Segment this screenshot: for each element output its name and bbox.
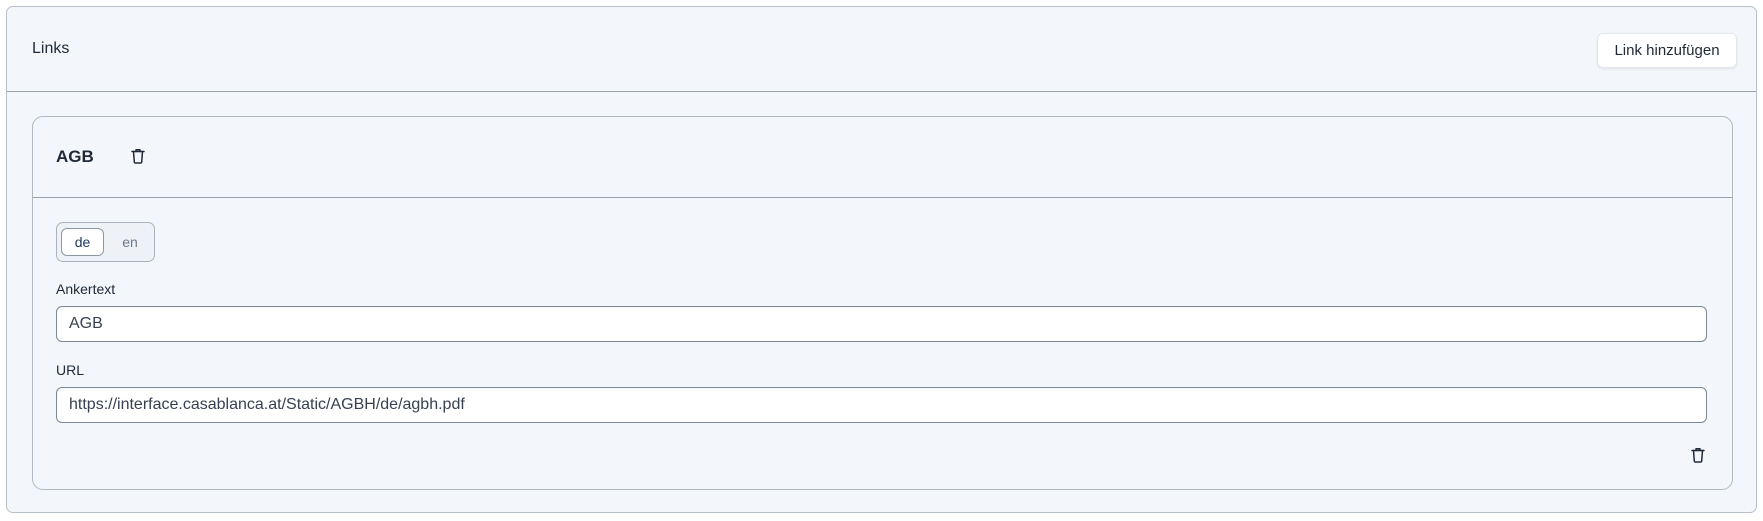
url-label: URL xyxy=(56,362,85,378)
lang-tab-de[interactable]: de xyxy=(61,228,104,256)
link-card: AGB de en Ankertext URL xyxy=(32,116,1733,490)
link-card-title: AGB xyxy=(56,147,94,166)
anchor-text-input[interactable] xyxy=(56,306,1707,342)
panel-title: Links xyxy=(32,40,70,57)
link-card-header: AGB xyxy=(33,117,1732,198)
trash-icon[interactable] xyxy=(128,146,148,166)
language-toggle: de en xyxy=(56,222,155,262)
anchor-text-label: Ankertext xyxy=(56,281,116,297)
links-panel: Links Link hinzufügen AGB de en Ankertex… xyxy=(6,6,1757,513)
url-input[interactable] xyxy=(56,387,1707,423)
panel-header: Links Link hinzufügen xyxy=(7,7,1756,92)
add-link-button[interactable]: Link hinzufügen xyxy=(1597,33,1737,68)
lang-tab-en[interactable]: en xyxy=(109,228,151,256)
delete-language-trash-icon[interactable] xyxy=(1688,445,1708,465)
